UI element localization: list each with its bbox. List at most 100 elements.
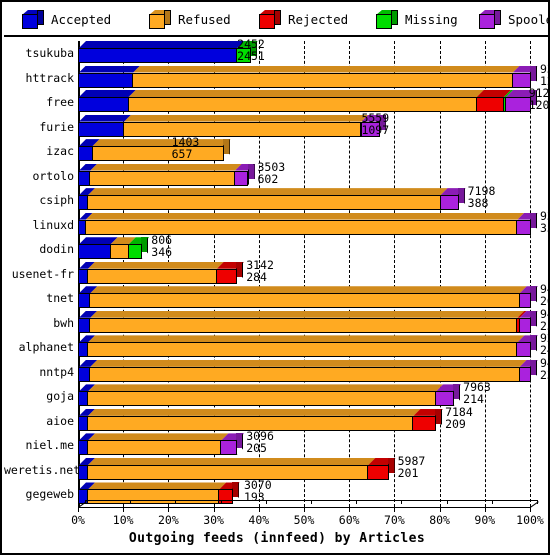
- bar-segment-refused[interactable]: [109, 244, 129, 260]
- stacked-bar-tnet[interactable]: [78, 286, 548, 309]
- bar-row[interactable]: 91221208: [78, 88, 550, 115]
- bar-segment-accepted[interactable]: [78, 146, 93, 162]
- bar-segment-accepted[interactable]: [78, 48, 238, 63]
- bar-top-face-refused: [88, 433, 229, 441]
- bar-segment-accepted[interactable]: [78, 244, 111, 260]
- y-axis-label-usenet-fr: usenet-fr: [11, 266, 74, 281]
- bar-segment-accepted[interactable]: [78, 121, 125, 137]
- bar-value-secondary: 205: [246, 441, 267, 456]
- bar-segment-refused[interactable]: [84, 219, 518, 235]
- bar-segment-spooled[interactable]: [505, 97, 531, 113]
- stacked-bar-free[interactable]: [78, 90, 548, 113]
- bar-segment-spooled[interactable]: [233, 170, 249, 186]
- bar-segment-refused[interactable]: [89, 293, 520, 309]
- bar-segment-missing[interactable]: [127, 244, 143, 260]
- bar-top-face-accepted: [79, 41, 245, 48]
- bar-segment-spooled[interactable]: [516, 342, 531, 358]
- bar-row[interactable]: 93411276: [78, 63, 548, 91]
- bar-value-secondary: 657: [171, 147, 193, 162]
- bar-segment-accepted[interactable]: [78, 97, 129, 113]
- bar-segment-refused[interactable]: [91, 146, 224, 162]
- bar-segment-refused[interactable]: [87, 195, 441, 211]
- bar-top-face-refused: [90, 359, 527, 367]
- bar-row[interactable]: 9431258: [78, 308, 548, 336]
- bar-segment-accepted[interactable]: [78, 72, 134, 88]
- bar-row[interactable]: 3096 205: [78, 431, 548, 458]
- stacked-bar-furie[interactable]: [78, 114, 548, 137]
- stacked-bar-niel.me[interactable]: [78, 433, 548, 456]
- bar-segment-refused[interactable]: [89, 317, 518, 333]
- stacked-bar-dodin[interactable]: [78, 237, 548, 260]
- bar-value-secondary: 602: [257, 171, 279, 186]
- stacked-bar-gegeweb[interactable]: [78, 482, 548, 505]
- bar-value-secondary: 388: [467, 196, 489, 211]
- bar-segment-refused[interactable]: [87, 391, 437, 407]
- bar-segment-spooled[interactable]: [518, 317, 531, 333]
- y-axis-label-alphanet: alphanet: [18, 340, 74, 355]
- bar-row[interactable]: 7198 388: [78, 186, 548, 213]
- legend-item-missing: Missing: [376, 3, 458, 36]
- bar-segment-refused[interactable]: [123, 121, 362, 137]
- bar-segment-rejected[interactable]: [475, 97, 504, 113]
- x-tick-label-50: 50%: [293, 513, 315, 527]
- bar-row[interactable]: 9440263: [78, 284, 548, 311]
- bar-row[interactable]: 5987 201: [78, 455, 548, 483]
- y-axis-label-dodin: dodin: [39, 242, 74, 257]
- stacked-bar-alphanet[interactable]: [78, 335, 548, 358]
- x-tick-back-60: [356, 500, 358, 504]
- bar-row[interactable]: 9340351: [78, 210, 548, 238]
- bar-row[interactable]: 5559 1097: [78, 112, 548, 140]
- bar-segment-refused[interactable]: [127, 97, 477, 113]
- bar-segment-rejected[interactable]: [215, 268, 238, 284]
- bar-segment-rejected[interactable]: [412, 415, 437, 431]
- bar-segment-refused[interactable]: [87, 342, 518, 358]
- bar-segment-refused[interactable]: [132, 72, 513, 88]
- bar-segment-refused[interactable]: [89, 366, 520, 382]
- stacked-bar-aioe[interactable]: [78, 408, 548, 431]
- stacked-bar-weretis.net[interactable]: [78, 457, 548, 480]
- bar-row[interactable]: 3070 193: [78, 480, 548, 507]
- bar-segment-rejected[interactable]: [367, 464, 389, 480]
- bar-row[interactable]: 3142 284: [78, 259, 548, 287]
- bar-value-secondary: 230: [540, 367, 548, 382]
- legend-item-rejected: Rejected: [259, 3, 348, 36]
- x-axis: 0% 10% 20% 30% 40% 50% 60% 70% 80% 90% 100% Outgoi…: [4, 500, 548, 553]
- stacked-bar-usenet-fr[interactable]: [78, 261, 548, 284]
- bar-row[interactable]: 2452 2451: [78, 38, 548, 66]
- bar-segment-refused[interactable]: [87, 440, 222, 456]
- bar-top-face-accepted: [79, 65, 141, 73]
- bar-segment-refused[interactable]: [87, 464, 369, 480]
- bar-row[interactable]: 806 346: [78, 235, 548, 262]
- bar-row[interactable]: 7963 214: [78, 382, 548, 409]
- bar-segment-spooled[interactable]: [518, 366, 531, 382]
- legend-item-accepted: Accepted: [22, 3, 111, 36]
- bar-segment-spooled[interactable]: [220, 440, 238, 456]
- cube-icon: [259, 10, 281, 29]
- y-axis-label-gegeweb: gegeweb: [25, 487, 74, 502]
- bar-row[interactable]: 9259241: [78, 333, 548, 360]
- stacked-bar-bwh[interactable]: [78, 310, 548, 333]
- y-axis-label-httrack: httrack: [25, 70, 74, 85]
- x-tick-label-10: 10%: [112, 513, 134, 527]
- bar-row[interactable]: 1403 657: [78, 137, 548, 164]
- plot-area: tsukuba httrack free furie izac ortolo csiph li…: [4, 37, 550, 553]
- cube-icon: [22, 10, 44, 29]
- bar-segment-spooled[interactable]: [516, 219, 531, 235]
- bar-segment-spooled[interactable]: [518, 293, 531, 309]
- stacked-bar-linuxd[interactable]: [78, 212, 548, 235]
- stacked-bar-izac[interactable]: [78, 139, 548, 162]
- bar-value-secondary: 1208: [528, 98, 550, 113]
- bar-top-face-refused: [88, 457, 376, 465]
- x-tick-label-0: 0%: [71, 513, 85, 527]
- stacked-bar-httrack[interactable]: [78, 65, 548, 88]
- bar-top-face-refused: [90, 310, 525, 318]
- bar-value-secondary: 351: [540, 220, 548, 235]
- bar-segment-refused[interactable]: [89, 170, 235, 186]
- bar-segment-refused[interactable]: [87, 268, 217, 284]
- stacked-bar-tsukuba[interactable]: [78, 41, 548, 63]
- cube-icon: [376, 10, 398, 29]
- x-tick-label-30: 30%: [203, 513, 224, 527]
- bar-segment-spooled[interactable]: [439, 195, 459, 211]
- bar-segment-refused[interactable]: [87, 489, 220, 505]
- bar-row[interactable]: 7184 209: [78, 406, 548, 434]
